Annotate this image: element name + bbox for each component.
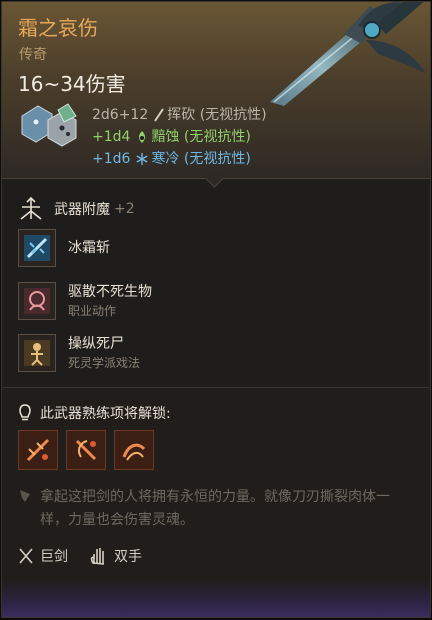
lacerate-icon[interactable] — [18, 430, 58, 470]
damage-note: (无视抗性) — [183, 129, 251, 145]
ability-subtitle: 职业动作 — [68, 304, 117, 318]
damage-dice-icon — [21, 103, 77, 147]
enchant-label: 武器附魔 — [54, 202, 110, 218]
greatsword-icon — [19, 548, 33, 564]
unlock-icon — [19, 404, 31, 421]
item-footer: 巨剑 双手 — [18, 546, 164, 566]
cleave-icon[interactable] — [114, 430, 154, 470]
unlock-label: 此武器熟练项将解锁: — [40, 406, 171, 422]
damage-row-slashing: 2d6+12 挥砍 (无视抗性) — [92, 104, 267, 126]
tooltip-header: 霜之哀伤 传奇 16~34伤害 2d6+12 挥砍 (无视抗性) +1d4 黯蚀 (… — [2, 2, 430, 179]
rarity-glow-band — [2, 579, 430, 617]
proficiency-icons — [18, 430, 154, 470]
enchant-count: +2 — [114, 201, 135, 217]
slash-icon — [154, 108, 165, 122]
turn-undead-icon — [18, 282, 56, 320]
damage-rows: 2d6+12 挥砍 (无视抗性) +1d4 黯蚀 (无视抗性) +1d6 寒冷 (无视… — [92, 104, 267, 170]
necrotic-icon — [139, 131, 146, 143]
ability-turn-undead[interactable]: 驱散不死生物 职业动作 — [18, 282, 152, 320]
ability-title: 冰霜斩 — [68, 240, 110, 256]
damage-type: 寒冷 — [151, 151, 180, 167]
handedness-tag: 双手 — [90, 546, 142, 566]
ability-animate-dead[interactable]: 操纵死尸 死灵学派戏法 — [18, 334, 140, 372]
unlock-header: 此武器熟练项将解锁: — [18, 400, 171, 426]
damage-row-necrotic: +1d4 黯蚀 (无视抗性) — [92, 126, 267, 148]
enchant-header: 武器附魔 +2 — [18, 196, 135, 222]
damage-dice: 2d6+12 — [92, 107, 149, 123]
ability-subtitle: 死灵学派戏法 — [68, 356, 141, 370]
frost-slash-icon — [18, 229, 56, 267]
ability-frost-slash[interactable]: 冰霜斩 — [18, 229, 110, 267]
weapon-type-label: 巨剑 — [40, 549, 68, 565]
damage-dice: +1d6 — [92, 151, 131, 167]
weapon-enchant-icon — [20, 197, 42, 220]
frostmourne-sword-icon — [270, 2, 426, 106]
animate-dead-icon — [18, 334, 56, 372]
item-rarity: 传奇 — [19, 47, 47, 63]
item-name: 霜之哀伤 — [18, 16, 98, 40]
damage-total: 16~34伤害 — [18, 72, 126, 96]
damage-type: 挥砍 — [167, 107, 196, 123]
damage-note: (无视抗性) — [183, 151, 251, 167]
pommel-strike-icon[interactable] — [66, 430, 106, 470]
quote-icon — [20, 490, 30, 502]
item-tooltip: 霜之哀伤 传奇 16~34伤害 2d6+12 挥砍 (无视抗性) +1d4 黯蚀 (… — [1, 1, 431, 618]
damage-note: (无视抗性) — [199, 107, 267, 123]
ability-title: 驱散不死生物 — [68, 284, 152, 300]
damage-dice: +1d4 — [92, 129, 131, 145]
flavor-text: 拿起这把剑的人将拥有永恒的力量。就像刀刃撕裂肉体一样，力量也会伤害灵魂。 — [40, 489, 390, 528]
damage-type: 黯蚀 — [151, 129, 180, 145]
snowflake-icon — [136, 153, 148, 165]
ability-title: 操纵死尸 — [68, 336, 124, 352]
handedness-label: 双手 — [114, 549, 142, 565]
weapon-type-tag: 巨剑 — [18, 546, 68, 566]
damage-row-cold: +1d6 寒冷 (无视抗性) — [92, 148, 267, 170]
two-handed-icon — [90, 548, 105, 565]
